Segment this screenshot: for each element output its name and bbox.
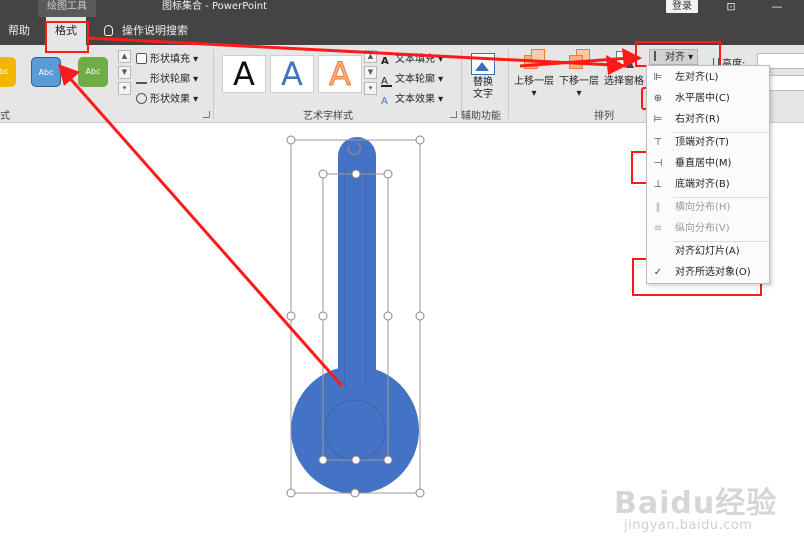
menu-item-label: 右对齐(R) — [675, 114, 720, 125]
watermark-logo: Baidu经验 — [614, 486, 778, 521]
menu-item-align-bottom[interactable]: ⊥ 底端对齐(B) — [647, 175, 769, 195]
resize-handle[interactable] — [383, 169, 393, 179]
resize-handle[interactable] — [350, 488, 360, 498]
menu-item-label: 底端对齐(B) — [675, 179, 730, 190]
align-bottom-icon: ⊥ — [653, 179, 663, 190]
resize-handle[interactable] — [383, 311, 393, 321]
menu-item-label: 对齐幻灯片(A) — [675, 246, 740, 257]
resize-handle[interactable] — [351, 455, 361, 465]
annotation-box-format-tab — [45, 21, 89, 53]
menu-item-align-center[interactable]: ⊕ 水平居中(C) — [647, 89, 769, 109]
annotation-arrowhead — [58, 64, 80, 86]
align-top-icon: ⊤ — [653, 137, 663, 148]
thermometer-bulb[interactable] — [291, 366, 419, 494]
menu-item-label: 纵向分布(V) — [675, 223, 730, 234]
menu-item-align-to-slide[interactable]: 对齐幻灯片(A) — [647, 242, 769, 262]
resize-handle[interactable] — [383, 455, 393, 465]
menu-item-label: 横向分布(H) — [675, 202, 731, 213]
menu-item-align-right[interactable]: ⊨ 右对齐(R) — [647, 110, 769, 130]
baidu-jingyan-watermark: Baidu经验 jingyan.baidu.com — [614, 478, 794, 544]
resize-handle[interactable] — [286, 488, 296, 498]
menu-item-align-left[interactable]: ⊫ 左对齐(L) — [647, 68, 769, 88]
distribute-vertical-icon: ≡ — [653, 223, 663, 234]
resize-handle[interactable] — [286, 311, 296, 321]
thermometer-shape[interactable] — [291, 137, 419, 494]
align-center-icon: ⊕ — [653, 93, 663, 104]
menu-item-label: 水平居中(C) — [675, 93, 730, 104]
resize-handle[interactable] — [415, 488, 425, 498]
menu-item-align-middle[interactable]: ⊣ 垂直居中(M) — [647, 154, 769, 174]
annotation-arrow-line — [66, 75, 344, 387]
menu-item-label: 垂直居中(M) — [675, 158, 732, 169]
distribute-horizontal-icon: ‖ — [655, 202, 661, 213]
menu-item-label: 左对齐(L) — [675, 72, 719, 83]
menu-item-align-selected-objects[interactable]: ✓ 对齐所选对象(O) — [647, 263, 769, 283]
menu-item-distribute-horizontal: ‖ 横向分布(H) — [647, 198, 769, 218]
resize-handle[interactable] — [415, 311, 425, 321]
resize-handle[interactable] — [415, 135, 425, 145]
align-left-icon: ⊫ — [653, 72, 663, 83]
menu-item-label: 对齐所选对象(O) — [675, 267, 751, 278]
align-right-icon: ⊨ — [653, 114, 663, 125]
resize-handle[interactable] — [318, 455, 328, 465]
powerpoint-window: 绘图工具 图标集合 - PowerPoint 登录 ⊡ — 帮助 格式 操作说明… — [0, 0, 804, 551]
resize-handle[interactable] — [351, 169, 361, 179]
align-middle-icon: ⊣ — [653, 158, 663, 169]
checkmark-icon: ✓ — [653, 267, 663, 278]
resize-handle[interactable] — [318, 169, 328, 179]
annotation-box-align-button — [635, 41, 721, 67]
resize-handle[interactable] — [286, 135, 296, 145]
menu-item-align-top[interactable]: ⊤ 顶端对齐(T) — [647, 133, 769, 153]
annotation-arrow-line — [87, 36, 613, 67]
align-dropdown-menu: ⊫ 左对齐(L) ⊕ 水平居中(C) ⊨ 右对齐(R) ⊤ 顶端对齐(T) ⊣ … — [646, 65, 770, 284]
resize-handle[interactable] — [318, 311, 328, 321]
menu-item-label: 顶端对齐(T) — [675, 137, 729, 148]
watermark-url: jingyan.baidu.com — [624, 518, 753, 533]
menu-item-distribute-vertical: ≡ 纵向分布(V) — [647, 219, 769, 239]
